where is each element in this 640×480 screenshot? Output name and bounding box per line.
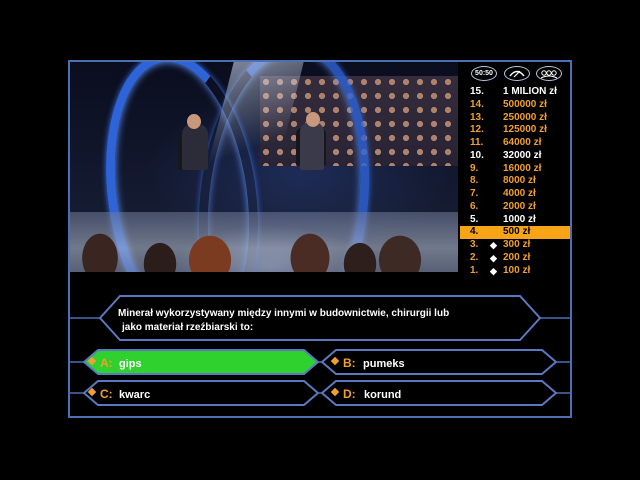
answer-d-button[interactable] — [320, 380, 558, 406]
answer-a-text: gips — [119, 358, 142, 370]
answer-d-text: korund — [364, 389, 401, 401]
answer-b-text: pumeks — [363, 358, 405, 370]
question-text-line-2: jako materiał rzeźbiarski to: — [121, 322, 253, 333]
answer-d-letter: D: — [343, 387, 356, 401]
answer-c-letter: C: — [100, 387, 113, 401]
answer-b-button[interactable] — [320, 349, 558, 375]
answer-a-letter: A: — [100, 356, 113, 370]
question-answer-board: Minerał wykorzystywany między innymi w b… — [70, 295, 570, 406]
answer-b-letter: B: — [343, 356, 356, 370]
answer-c-text: kwarc — [119, 389, 150, 401]
question-text-line-1: Minerał wykorzystywany między innymi w b… — [118, 308, 449, 319]
